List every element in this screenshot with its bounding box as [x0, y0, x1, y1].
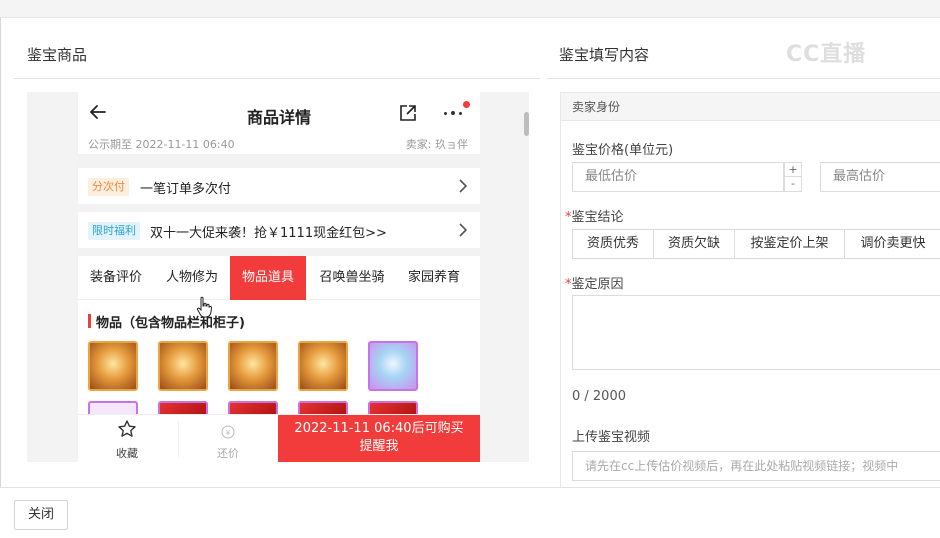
price-stepper[interactable]: + -: [784, 162, 802, 192]
chevron-right-icon: [459, 223, 468, 237]
tab-cultivation[interactable]: 人物修为: [154, 256, 230, 300]
welfare-text: 双十一大促来袭！抢￥1111现金红包>>: [150, 226, 387, 241]
tab-items[interactable]: 物品道具: [230, 256, 306, 300]
decrement-button[interactable]: -: [785, 177, 801, 191]
chevron-right-icon: [459, 179, 468, 193]
reason-label-text: 鉴定原因: [571, 277, 624, 292]
left-title-divider: [14, 78, 540, 79]
tab-equipment[interactable]: 装备评价: [78, 256, 154, 300]
tab-home[interactable]: 家园养育: [396, 256, 472, 300]
appraisal-form: 卖家身份 鉴宝价格(单位元) 最低估价 + - 最高估价 *鉴宝结论 资质优秀 …: [560, 92, 940, 487]
option-list-at-price[interactable]: 按鉴定价上架: [734, 229, 845, 259]
item-slot[interactable]: [88, 341, 138, 391]
buy-time-text: 2022-11-11 06:40后可购买: [294, 421, 464, 436]
seller-identity-header: 卖家身份: [561, 93, 940, 121]
max-price-input[interactable]: 最高估价: [820, 162, 940, 192]
footer-divider: [0, 487, 940, 488]
yuan-coin-icon: ¥: [221, 425, 235, 439]
option-adjust-price[interactable]: 调价卖更快: [844, 229, 940, 259]
video-link-input[interactable]: 请先在cc上传估价视频后，再在此处粘贴视频链接；视频中: [572, 451, 940, 481]
phone-header: 商品详情: [78, 92, 480, 134]
phone-title: 商品详情: [246, 108, 311, 127]
dialog-left-border: [0, 18, 1, 488]
promo-row-welfare[interactable]: 限时福利 双十一大促来袭！抢￥1111现金红包>>: [78, 212, 480, 248]
bottom-divider: [178, 421, 179, 457]
reason-char-counter: 0 / 2000: [572, 389, 626, 404]
remind-me-text: 提醒我: [359, 439, 399, 454]
min-price-input[interactable]: 最低估价: [572, 162, 784, 192]
listing-meta: 公示期至 2022-11-11 06:40 卖家: 玖ョ伴: [78, 134, 480, 154]
phone-preview: 商品详情 公示期至 2022-11-11 06:40 卖家: 玖ョ伴 分次付 一…: [78, 92, 480, 462]
top-bar: [0, 0, 940, 18]
watermark: CC直播: [786, 42, 867, 67]
star-icon: [118, 420, 136, 437]
preview-scrollbar[interactable]: [524, 112, 529, 136]
close-button[interactable]: 关闭: [14, 500, 68, 530]
right-section-title: 鉴宝填写内容: [559, 46, 650, 64]
item-slot[interactable]: [298, 341, 348, 391]
notification-dot: [463, 101, 470, 108]
conclusion-label: *鉴宝结论: [565, 206, 624, 225]
hand-cursor-icon: [196, 296, 212, 318]
section-marker: [88, 314, 91, 328]
option-excellent[interactable]: 资质优秀: [572, 229, 654, 259]
items-section-label: 物品（包含物品栏和柜子): [96, 316, 245, 331]
item-slot[interactable]: [158, 341, 208, 391]
conclusion-label-text: 鉴宝结论: [571, 210, 624, 225]
installment-tag: 分次付: [88, 178, 129, 196]
phone-bottom-bar: 收藏 ¥ 还价 2022-11-11 06:40后可购买 提醒我: [78, 414, 480, 462]
share-icon[interactable]: [399, 104, 417, 122]
installment-text: 一笔订单多次付: [140, 182, 232, 197]
bargain-label: 还价: [217, 447, 239, 460]
svg-text:¥: ¥: [226, 429, 231, 437]
buy-reminder-button[interactable]: 2022-11-11 06:40后可购买 提醒我: [278, 415, 480, 462]
category-tabs: 装备评价 人物修为 物品道具 召唤兽坐骑 家园养育: [78, 256, 480, 300]
welfare-tag: 限时福利: [88, 222, 140, 240]
item-slot[interactable]: [228, 341, 278, 391]
increment-button[interactable]: +: [785, 163, 801, 177]
right-title-divider: [547, 78, 940, 79]
publicity-time: 公示期至 2022-11-11 06:40: [88, 138, 235, 151]
reason-label: *鉴定原因: [565, 273, 624, 292]
favorite-button[interactable]: 收藏: [96, 419, 158, 461]
favorite-label: 收藏: [116, 447, 138, 460]
price-label: 鉴宝价格(单位元): [572, 143, 674, 158]
left-section-title: 鉴宝商品: [27, 46, 88, 64]
video-label: 上传鉴宝视频: [572, 430, 651, 445]
promo-row-installment[interactable]: 分次付 一笔订单多次付: [78, 168, 480, 204]
bargain-button[interactable]: ¥ 还价: [198, 425, 258, 461]
item-slot[interactable]: [368, 341, 418, 391]
option-lacking[interactable]: 资质欠缺: [653, 229, 735, 259]
more-icon[interactable]: [442, 101, 470, 122]
seller-name: 卖家: 玖ョ伴: [405, 138, 468, 151]
tab-summons[interactable]: 召唤兽坐骑: [308, 256, 396, 300]
items-panel: 物品（包含物品栏和柜子): [78, 300, 480, 451]
reason-textarea[interactable]: [572, 295, 940, 370]
